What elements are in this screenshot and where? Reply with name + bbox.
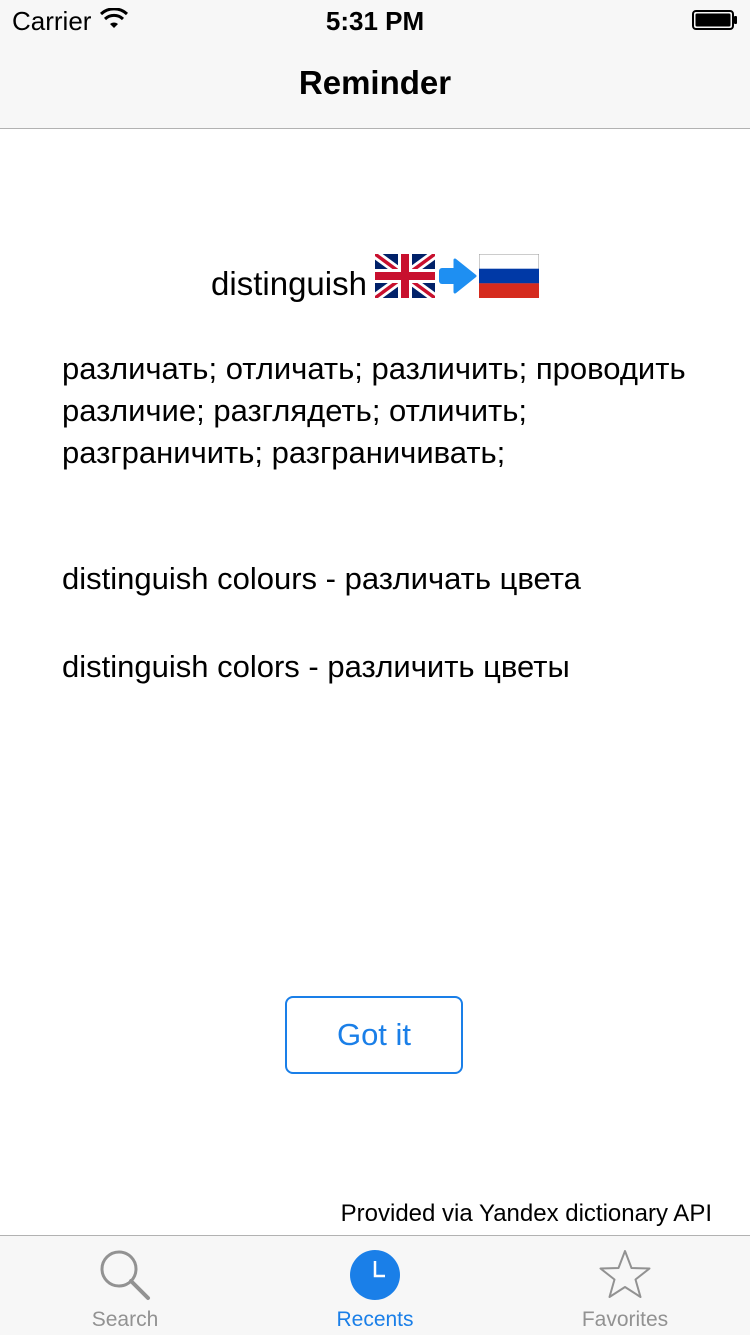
- example-2: distinguish colors - различить цветы: [62, 649, 570, 684]
- translations-text: различать; отличать; различить; проводит…: [62, 351, 686, 470]
- example-1: distinguish colours - различать цвета: [62, 561, 581, 596]
- star-icon: [599, 1250, 651, 1298]
- tab-search[interactable]: Search: [0, 1236, 250, 1335]
- tab-favorites[interactable]: Favorites: [500, 1236, 750, 1335]
- tab-bar: Search Recents Favorites: [0, 1235, 750, 1335]
- clock-icon: [350, 1250, 400, 1300]
- tab-favorites-label: Favorites: [581, 1308, 669, 1331]
- battery-icon: [692, 10, 737, 30]
- attribution-text: Provided via Yandex dictionary API: [340, 1200, 712, 1227]
- navigation-bar: Reminder: [0, 40, 750, 129]
- word-header: distinguish: [0, 252, 750, 302]
- tab-recents[interactable]: Recents: [250, 1236, 500, 1335]
- russia-flag-icon: [478, 254, 539, 298]
- uk-flag-icon: [374, 254, 435, 298]
- tab-recents-label: Recents: [336, 1308, 414, 1331]
- source-word: distinguish: [211, 265, 367, 302]
- tab-search-label: Search: [91, 1308, 159, 1331]
- status-time: 5:31 PM: [325, 6, 425, 36]
- status-bar: Carrier 5:31 PM: [0, 0, 750, 40]
- arrow-right-icon: [438, 258, 477, 294]
- got-it-button[interactable]: Got it: [285, 996, 463, 1074]
- page-title: Reminder: [298, 64, 452, 101]
- search-icon: [100, 1250, 150, 1300]
